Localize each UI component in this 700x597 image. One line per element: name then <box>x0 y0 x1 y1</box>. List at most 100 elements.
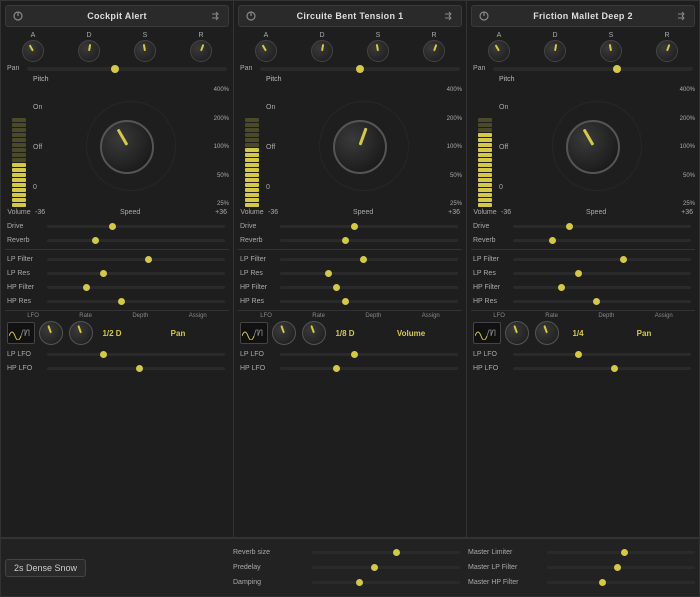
reverb-size-slider[interactable] <box>312 551 460 554</box>
lp-filter-slider-3[interactable] <box>513 258 691 261</box>
lfo-rate-knob-1[interactable] <box>39 321 63 345</box>
hp-lfo-slider-2[interactable] <box>280 367 458 370</box>
lp-lfo-row-2: LP LFO <box>238 347 462 361</box>
pan-slider-3[interactable] <box>493 67 693 71</box>
lfo-waveform-2[interactable] <box>240 322 268 344</box>
pitch-zero-1: 0 <box>33 184 57 191</box>
panel-header-2: Circuite Bent Tension 1 <box>238 5 462 27</box>
hp-res-slider-3[interactable] <box>513 300 691 303</box>
vol-bar <box>245 203 259 207</box>
adsr-s-knob-2[interactable] <box>367 40 389 62</box>
vol-pos-1: +36 <box>215 209 227 216</box>
hp-filter-slider-2[interactable] <box>280 286 458 289</box>
predelay-slider[interactable] <box>312 566 460 569</box>
lp-lfo-slider-3[interactable] <box>513 353 691 356</box>
lp-res-slider-2[interactable] <box>280 272 458 275</box>
vol-bar <box>245 128 259 132</box>
adsr-s-knob-3[interactable] <box>600 40 622 62</box>
lp-lfo-slider-1[interactable] <box>47 353 225 356</box>
lfo-waveform-3[interactable] <box>473 322 501 344</box>
drive-dot-1 <box>109 223 116 230</box>
lp-res-slider-3[interactable] <box>513 272 691 275</box>
lp-res-slider-1[interactable] <box>47 272 225 275</box>
lfo-depth-knob-3[interactable] <box>535 321 559 345</box>
hp-res-slider-2[interactable] <box>280 300 458 303</box>
hp-res-slider-1[interactable] <box>47 300 225 303</box>
pan-slider-1[interactable] <box>27 67 227 71</box>
pan-slider-2[interactable] <box>260 67 460 71</box>
adsr-a-knob-3[interactable] <box>488 40 510 62</box>
adsr-row-2: A D S R <box>238 32 462 62</box>
vol-bar <box>245 163 259 167</box>
vol-bar <box>245 183 259 187</box>
hp-lfo-slider-1[interactable] <box>47 367 225 370</box>
pan-dot-3 <box>613 65 621 73</box>
hp-lfo-row-2: HP LFO <box>238 361 462 375</box>
shuffle-icon-3[interactable] <box>676 10 688 22</box>
vol-bar <box>478 183 492 187</box>
big-knob-2[interactable] <box>333 120 387 174</box>
lfo-rate-knob-2[interactable] <box>272 321 296 345</box>
hp-res-label-1: HP Res <box>7 298 45 305</box>
power-icon-3[interactable] <box>478 10 490 22</box>
master-lp-row: Master LP Filter <box>468 561 695 574</box>
vol-bar <box>478 193 492 197</box>
vol-bar <box>12 203 26 207</box>
vol-bar <box>245 193 259 197</box>
adsr-r-knob-3[interactable] <box>656 40 678 62</box>
adsr-d-knob-3[interactable] <box>544 40 566 62</box>
vol-bar <box>12 173 26 177</box>
preset-button[interactable]: 2s Dense Snow <box>5 559 86 577</box>
pan-label-2: Pan <box>240 65 256 72</box>
vol-bar <box>245 118 259 122</box>
reverb-slider-1[interactable] <box>47 239 225 242</box>
hp-filter-slider-1[interactable] <box>47 286 225 289</box>
lfo-assign-3: Pan <box>595 329 693 338</box>
lfo-depth-knob-2[interactable] <box>302 321 326 345</box>
vol-bar <box>245 143 259 147</box>
pan-label-3: Pan <box>473 65 489 72</box>
volume-bars-2 <box>245 76 259 207</box>
drive-slider-3[interactable] <box>513 225 691 228</box>
hp-filter-slider-3[interactable] <box>513 286 691 289</box>
master-lp-slider[interactable] <box>547 566 695 569</box>
big-knob-3[interactable] <box>566 120 620 174</box>
vol-range-3: -36 Speed +36 <box>499 209 695 216</box>
pitch-on-1: On <box>33 104 57 111</box>
main-section-3: Volume Pitch On Off 0 <box>471 76 695 216</box>
adsr-a-knob-1[interactable] <box>22 40 44 62</box>
adsr-a-knob-2[interactable] <box>255 40 277 62</box>
hp-lfo-slider-3[interactable] <box>513 367 691 370</box>
master-hp-slider[interactable] <box>547 581 695 584</box>
shuffle-icon-2[interactable] <box>443 10 455 22</box>
lp-filter-label-1: LP Filter <box>7 256 45 263</box>
power-icon-2[interactable] <box>245 10 257 22</box>
big-knob-1[interactable] <box>100 120 154 174</box>
vol-bar <box>478 173 492 177</box>
reverb-size-row: Reverb size <box>233 546 460 559</box>
lfo-waveform-1[interactable] <box>7 322 35 344</box>
adsr-r-knob-2[interactable] <box>423 40 445 62</box>
damping-slider[interactable] <box>312 581 460 584</box>
vol-bar <box>245 158 259 162</box>
reverb-slider-3[interactable] <box>513 239 691 242</box>
lp-filter-slider-1[interactable] <box>47 258 225 261</box>
master-limiter-slider[interactable] <box>547 551 695 554</box>
lp-filter-slider-2[interactable] <box>280 258 458 261</box>
lp-lfo-slider-2[interactable] <box>280 353 458 356</box>
adsr-d-knob-2[interactable] <box>311 40 333 62</box>
drive-slider-1[interactable] <box>47 225 225 228</box>
drive-slider-2[interactable] <box>280 225 458 228</box>
pitch-text-1: Pitch <box>33 76 49 83</box>
reverb-slider-2[interactable] <box>280 239 458 242</box>
power-icon-1[interactable] <box>12 10 24 22</box>
adsr-r-knob-1[interactable] <box>190 40 212 62</box>
shuffle-icon-1[interactable] <box>210 10 222 22</box>
pitch-zero-2: 0 <box>266 184 290 191</box>
vol-bar <box>245 178 259 182</box>
lfo-depth-knob-1[interactable] <box>69 321 93 345</box>
lfo-rate-knob-3[interactable] <box>505 321 529 345</box>
master-limiter-label: Master Limiter <box>468 549 543 556</box>
adsr-d-knob-1[interactable] <box>78 40 100 62</box>
adsr-s-knob-1[interactable] <box>134 40 156 62</box>
